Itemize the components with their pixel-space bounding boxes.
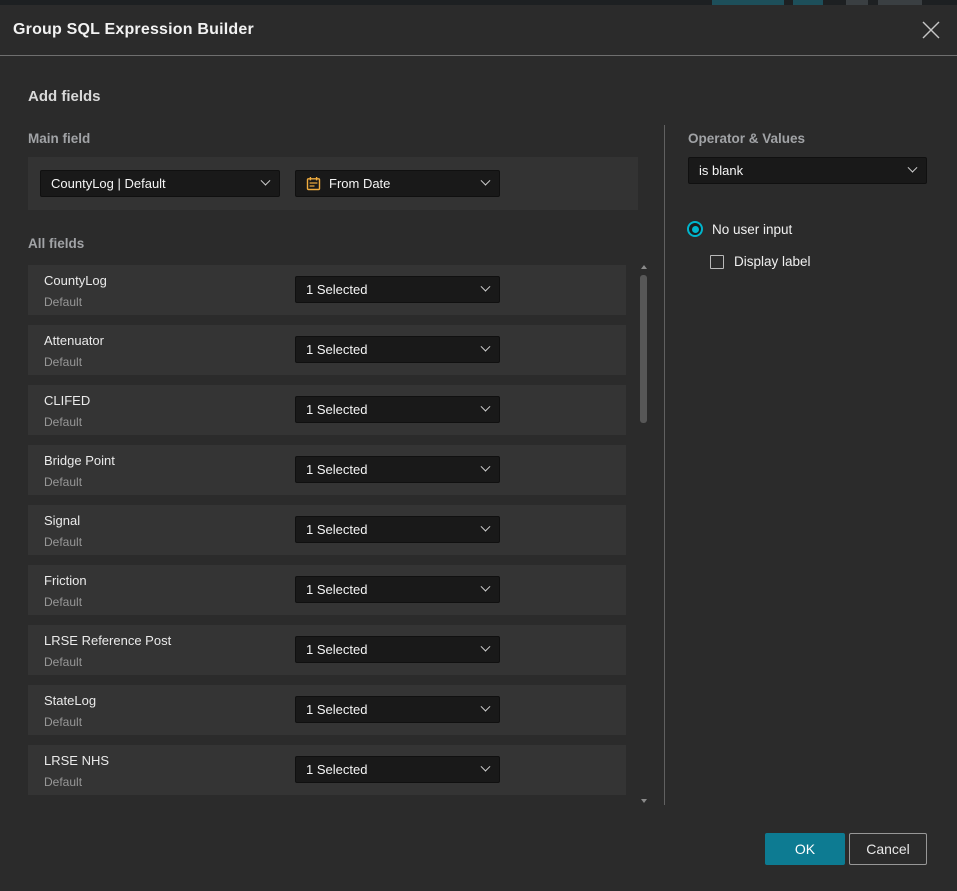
field-default-label: Default (44, 715, 82, 729)
field-name: LRSE NHS (44, 753, 109, 768)
field-row: StateLog Default 1 Selected (28, 685, 626, 735)
field-default-label: Default (44, 475, 82, 489)
field-selection-dropdown[interactable]: 1 Selected (295, 756, 500, 783)
field-row: Signal Default 1 Selected (28, 505, 626, 555)
all-fields-list: CountyLog Default 1 Selected Attenuator … (28, 265, 626, 805)
main-field-panel: CountyLog | Default From Date (28, 157, 638, 210)
operator-values-label: Operator & Values (688, 131, 805, 146)
attribute-select-value: From Date (329, 176, 474, 191)
chevron-down-icon (481, 702, 491, 712)
field-name: Signal (44, 513, 80, 528)
field-row: CLIFED Default 1 Selected (28, 385, 626, 435)
dialog-header: Group SQL Expression Builder (0, 5, 957, 56)
field-row: CountyLog Default 1 Selected (28, 265, 626, 315)
field-row: Attenuator Default 1 Selected (28, 325, 626, 375)
field-default-label: Default (44, 535, 82, 549)
field-name: LRSE Reference Post (44, 633, 171, 648)
field-row: LRSE Reference Post Default 1 Selected (28, 625, 626, 675)
field-selection-dropdown[interactable]: 1 Selected (295, 456, 500, 483)
checkbox-unchecked-icon (710, 255, 724, 269)
field-selection-dropdown[interactable]: 1 Selected (295, 636, 500, 663)
chevron-down-icon (481, 282, 491, 292)
chevron-down-icon (481, 462, 491, 472)
field-selection-value: 1 Selected (306, 282, 474, 297)
field-selection-value: 1 Selected (306, 642, 474, 657)
main-field-label: Main field (28, 131, 90, 146)
chevron-down-icon (481, 762, 491, 772)
scrollbar-thumb[interactable] (640, 275, 647, 423)
close-button[interactable] (920, 19, 942, 41)
field-name: Attenuator (44, 333, 104, 348)
field-default-label: Default (44, 655, 82, 669)
field-default-label: Default (44, 595, 82, 609)
dialog-title: Group SQL Expression Builder (13, 5, 254, 55)
list-scrollbar[interactable] (639, 263, 649, 805)
panel-divider (664, 125, 665, 805)
display-label-text: Display label (734, 254, 811, 269)
field-selection-value: 1 Selected (306, 582, 474, 597)
ok-button[interactable]: OK (765, 833, 845, 865)
field-default-label: Default (44, 295, 82, 309)
operator-select[interactable]: is blank (688, 157, 927, 184)
field-selection-dropdown[interactable]: 1 Selected (295, 336, 500, 363)
cancel-button[interactable]: Cancel (849, 833, 927, 865)
field-selection-value: 1 Selected (306, 762, 474, 777)
chevron-down-icon (481, 342, 491, 352)
field-selection-dropdown[interactable]: 1 Selected (295, 276, 500, 303)
field-selection-dropdown[interactable]: 1 Selected (295, 576, 500, 603)
field-selection-dropdown[interactable]: 1 Selected (295, 516, 500, 543)
chevron-down-icon (261, 176, 271, 186)
field-selection-value: 1 Selected (306, 402, 474, 417)
chevron-down-icon (481, 642, 491, 652)
field-name: StateLog (44, 693, 96, 708)
field-name: Bridge Point (44, 453, 115, 468)
chevron-down-icon (908, 163, 918, 173)
scroll-down-icon[interactable] (641, 799, 647, 803)
chevron-down-icon (481, 176, 491, 186)
field-row: LRSE NHS Default 1 Selected (28, 745, 626, 795)
field-row: Bridge Point Default 1 Selected (28, 445, 626, 495)
field-name: CLIFED (44, 393, 90, 408)
radio-checked-icon (687, 221, 703, 237)
field-selection-value: 1 Selected (306, 342, 474, 357)
scroll-up-icon[interactable] (641, 265, 647, 269)
chevron-down-icon (481, 582, 491, 592)
field-default-label: Default (44, 355, 82, 369)
field-row: Friction Default 1 Selected (28, 565, 626, 615)
chevron-down-icon (481, 522, 491, 532)
no-user-input-label: No user input (712, 222, 792, 237)
display-label-checkbox[interactable]: Display label (710, 254, 811, 269)
field-default-label: Default (44, 415, 82, 429)
attribute-select[interactable]: From Date (295, 170, 500, 197)
add-fields-heading: Add fields (28, 88, 101, 105)
calendar-icon (306, 176, 321, 191)
chevron-down-icon (481, 402, 491, 412)
field-selection-value: 1 Selected (306, 702, 474, 717)
field-name: Friction (44, 573, 87, 588)
field-selection-dropdown[interactable]: 1 Selected (295, 696, 500, 723)
main-field-select-value: CountyLog | Default (51, 176, 254, 191)
all-fields-label: All fields (28, 236, 84, 251)
group-sql-expression-builder-dialog: Group SQL Expression Builder Add fields … (0, 5, 957, 891)
field-selection-value: 1 Selected (306, 522, 474, 537)
operator-select-value: is blank (699, 163, 901, 178)
main-field-select[interactable]: CountyLog | Default (40, 170, 280, 197)
close-icon (920, 19, 942, 41)
field-selection-value: 1 Selected (306, 462, 474, 477)
field-selection-dropdown[interactable]: 1 Selected (295, 396, 500, 423)
field-name: CountyLog (44, 273, 107, 288)
field-default-label: Default (44, 775, 82, 789)
no-user-input-radio[interactable]: No user input (687, 221, 792, 237)
